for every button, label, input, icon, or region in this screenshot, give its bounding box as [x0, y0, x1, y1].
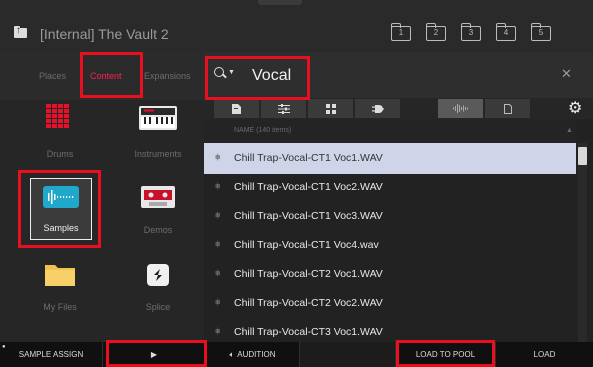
header-bar: [Internal] The Vault 2 1 2 3 4 5	[0, 0, 593, 52]
location-title: [Internal] The Vault 2	[40, 26, 169, 42]
name-column-header: NAME (140 items)	[234, 127, 292, 134]
keyboard-icon	[139, 106, 177, 130]
tile-splice[interactable]: Splice	[108, 260, 208, 320]
filter-file-button[interactable]	[485, 99, 530, 118]
filter-grid-button[interactable]	[308, 99, 353, 118]
filter-sliders-button[interactable]	[261, 99, 306, 118]
audio-file-icon: ıı|ıı	[215, 183, 221, 190]
folder-1-button[interactable]: 1	[390, 23, 411, 41]
list-header[interactable]: NAME (140 items) ▲	[204, 119, 576, 143]
bottom-bar: ● SAMPLE ASSIGN ▶ 🔈︎ AUDITION LOAD TO PO…	[0, 342, 593, 367]
folder-up-icon[interactable]	[14, 25, 27, 38]
tile-demos[interactable]: Demos	[108, 182, 208, 242]
highlight-content-tab	[80, 52, 143, 98]
folder-4-button[interactable]: 4	[495, 23, 516, 41]
folder-5-button[interactable]: 5	[530, 23, 551, 41]
gear-icon[interactable]: ⚙	[568, 98, 582, 118]
close-icon[interactable]: ✕	[561, 66, 572, 82]
list-item[interactable]: ıı|ıı Chill Trap-Vocal-CT1 Voc3.WAV	[204, 201, 576, 232]
grid-icon	[325, 103, 336, 114]
load-button[interactable]: LOAD	[495, 342, 593, 367]
audio-file-icon: ıı|ıı	[215, 328, 221, 335]
tile-drums[interactable]: Drums	[10, 104, 110, 164]
document-icon	[232, 103, 241, 114]
audio-file-icon: ıı|ıı	[215, 212, 221, 219]
pull-down-tab[interactable]	[258, 0, 302, 5]
highlight-load-to-pool	[396, 340, 495, 367]
file-name: Chill Trap-Vocal-CT1 Voc3.WAV	[234, 210, 383, 222]
file-name: Chill Trap-Vocal-CT1 Voc2.WAV	[234, 181, 383, 193]
sample-assign-button[interactable]: ● SAMPLE ASSIGN	[0, 342, 102, 367]
empty-slot	[299, 342, 395, 367]
plug-icon	[371, 104, 384, 113]
scroll-thumb[interactable]	[578, 147, 587, 165]
tile-instruments[interactable]: Instruments	[108, 104, 208, 164]
audio-file-icon: ıı|ıı	[215, 299, 221, 306]
highlight-search-field	[205, 56, 310, 100]
highlight-samples-tile	[18, 170, 101, 248]
filter-row	[204, 98, 593, 119]
folder-2-button[interactable]: 2	[425, 23, 446, 41]
list-item[interactable]: ıı|ıı Chill Trap-Vocal-CT1 Voc1.WAV	[204, 143, 576, 174]
file-name: Chill Trap-Vocal-CT3 Voc1.WAV	[234, 326, 383, 338]
tile-label: Instruments	[134, 149, 182, 159]
list-item[interactable]: ıı|ıı Chill Trap-Vocal-CT2 Voc2.WAV	[204, 288, 576, 319]
tab-expansions[interactable]: Expansions	[144, 71, 204, 81]
filter-waveform-button[interactable]	[438, 99, 483, 118]
list-item[interactable]: ıı|ıı Chill Trap-Vocal-CT1 Voc2.WAV	[204, 172, 576, 203]
file-icon	[503, 103, 512, 114]
waveform-icon	[452, 104, 468, 113]
drum-pads-icon	[46, 104, 69, 128]
tab-places[interactable]: Places	[39, 71, 66, 81]
file-name: Chill Trap-Vocal-CT1 Voc1.WAV	[234, 152, 383, 164]
tile-label: Drums	[46, 149, 74, 159]
tile-label: My Files	[43, 302, 77, 312]
sort-asc-icon[interactable]: ▲	[566, 127, 573, 134]
audio-file-icon: ıı|ıı	[215, 270, 221, 277]
highlight-play-button	[106, 340, 207, 367]
tile-my-files[interactable]: My Files	[10, 260, 110, 320]
filter-document-button[interactable]	[214, 99, 259, 118]
filter-plug-button[interactable]	[355, 99, 400, 118]
audition-button[interactable]: 🔈︎ AUDITION	[205, 342, 299, 367]
file-name: Chill Trap-Vocal-CT2 Voc1.WAV	[234, 268, 383, 280]
list-item[interactable]: ıı|ıı Chill Trap-Vocal-CT1 Voc4.wav	[204, 230, 576, 261]
shift-indicator-icon: ●	[2, 344, 6, 350]
list-item[interactable]: ıı|ıı Chill Trap-Vocal-CT2 Voc1.WAV	[204, 259, 576, 290]
tile-label: Demos	[143, 225, 173, 235]
file-list: ıı|ıı Chill Trap-Vocal-CT1 Voc1.WAV ıı|ı…	[204, 143, 576, 342]
audio-file-icon: ıı|ıı	[215, 154, 221, 161]
tile-label: Splice	[145, 302, 171, 312]
cassette-icon	[141, 186, 175, 208]
list-scrollbar[interactable]	[578, 143, 587, 342]
file-name: Chill Trap-Vocal-CT2 Voc2.WAV	[234, 297, 383, 309]
folder-3-button[interactable]: 3	[460, 23, 481, 41]
file-name: Chill Trap-Vocal-CT1 Voc4.wav	[234, 239, 379, 251]
sliders-icon	[277, 103, 290, 114]
speaker-icon: 🔈︎	[229, 349, 235, 359]
splice-icon	[147, 264, 169, 286]
folder-icon	[45, 265, 75, 286]
audio-file-icon: ıı|ıı	[215, 241, 221, 248]
